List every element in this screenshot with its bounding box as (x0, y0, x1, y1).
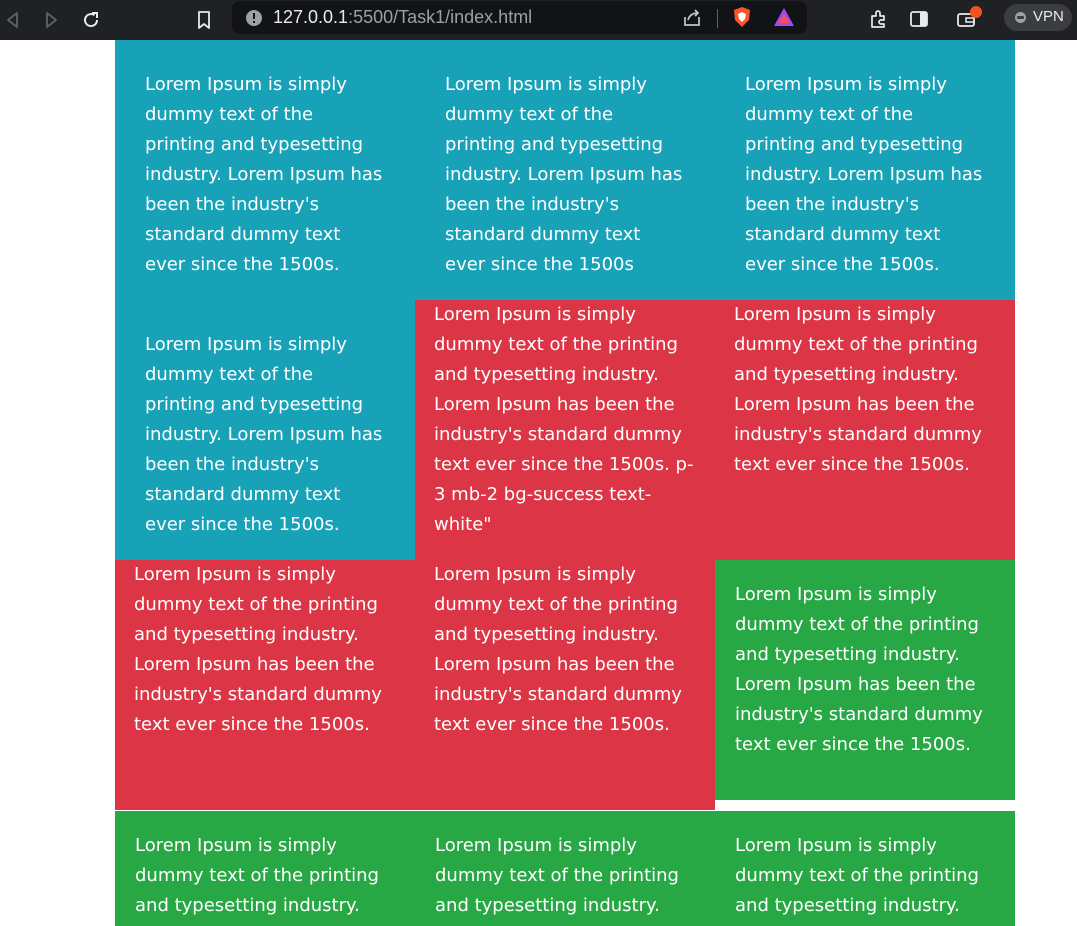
grid-cell: Lorem Ipsum is simply dummy text of the … (115, 560, 415, 810)
grid-cell: Lorem Ipsum is simply dummy text of the … (415, 300, 715, 560)
grid-cell: Lorem Ipsum is simply dummy text of the … (415, 40, 715, 300)
cell-text: Lorem Ipsum is simply dummy text of the … (745, 74, 983, 275)
forward-icon[interactable] (40, 9, 62, 31)
cell-text: Lorem Ipsum is simply dummy text of the … (734, 304, 982, 475)
cell-text: Lorem Ipsum is simply dummy text of the … (145, 334, 383, 535)
cell-text: Lorem Ipsum is simply dummy text of the … (135, 835, 379, 916)
grid-cell: Lorem Ipsum is simply dummy text of the … (415, 560, 715, 810)
cell-text: Lorem Ipsum is simply dummy text of the … (735, 835, 979, 916)
grid-cell: Lorem Ipsum is simply dummy text of the … (715, 40, 1015, 300)
browser-toolbar: 127.0.0.1:5500/Task1/index.html VPN (0, 0, 1077, 40)
url-host: 127.0.0.1 (273, 7, 349, 27)
vpn-button[interactable]: VPN (1004, 4, 1072, 31)
grid-cell: Lorem Ipsum is simply dummy text of the … (715, 300, 1015, 560)
back-icon[interactable] (2, 9, 24, 31)
site-info-icon[interactable] (243, 7, 265, 29)
url-separator (717, 9, 718, 28)
bookmark-icon[interactable] (193, 9, 215, 31)
grid-cell: Lorem Ipsum is simply dummy text of the … (415, 811, 715, 926)
share-icon[interactable] (681, 7, 703, 29)
cell-text: Lorem Ipsum is simply dummy text of the … (434, 564, 682, 735)
vpn-label: VPN (1033, 8, 1064, 25)
grid-cell: Lorem Ipsum is simply dummy text of the … (115, 811, 415, 926)
brave-rewards-icon[interactable] (773, 6, 795, 28)
grid-cell: Lorem Ipsum is simply dummy text of the … (715, 811, 1015, 926)
cell-text: Lorem Ipsum is simply dummy text of the … (434, 304, 694, 535)
sidebar-icon[interactable] (908, 8, 930, 30)
cell-text: Lorem Ipsum is simply dummy text of the … (134, 564, 382, 735)
brave-shields-icon[interactable] (731, 6, 753, 28)
grid-cell: Lorem Ipsum is simply dummy text of the … (115, 40, 415, 300)
grid-cell: Lorem Ipsum is simply dummy text of the … (115, 300, 415, 560)
cell-text: Lorem Ipsum is simply dummy text of the … (145, 74, 383, 275)
grid-cell: Lorem Ipsum is simply dummy text of the … (715, 560, 1015, 800)
reload-icon[interactable] (80, 9, 102, 31)
vpn-status-icon (1015, 12, 1026, 23)
cell-text: Lorem Ipsum is simply dummy text of the … (445, 74, 683, 275)
cell-text: Lorem Ipsum is simply dummy text of the … (435, 835, 679, 916)
content-grid: Lorem Ipsum is simply dummy text of the … (115, 40, 1015, 926)
address-bar[interactable]: 127.0.0.1:5500/Task1/index.html (232, 1, 807, 34)
url-text[interactable]: 127.0.0.1:5500/Task1/index.html (273, 7, 532, 28)
url-path: :5500/Task1/index.html (348, 7, 533, 27)
cell-text: Lorem Ipsum is simply dummy text of the … (735, 584, 983, 755)
notification-badge (970, 6, 982, 18)
extensions-icon[interactable] (868, 8, 890, 30)
